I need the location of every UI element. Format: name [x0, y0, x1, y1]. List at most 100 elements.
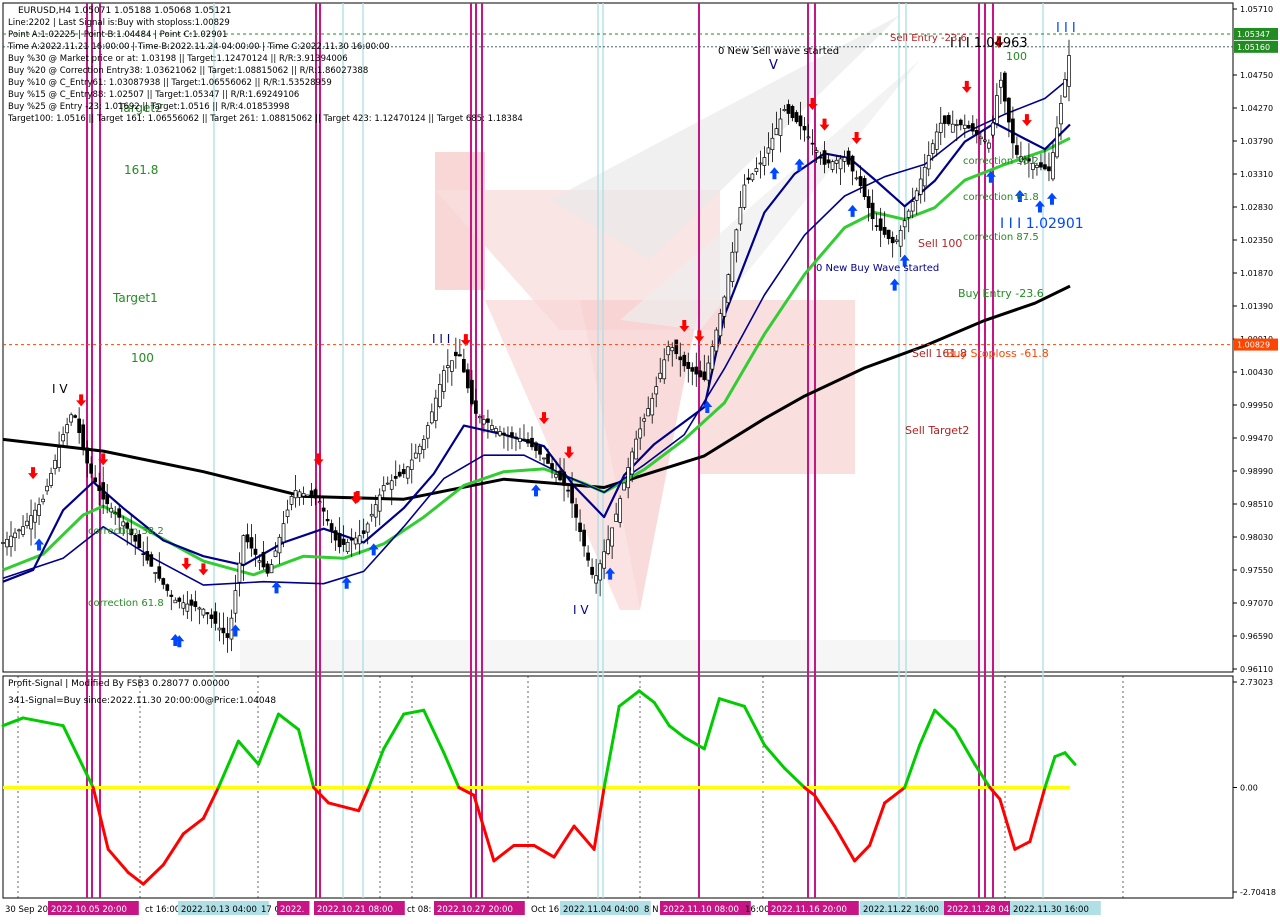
candle-body	[177, 597, 182, 602]
candle-body	[962, 124, 967, 129]
indicator-tick-label: 0.00	[1240, 784, 1258, 793]
candle-body	[802, 126, 807, 131]
candle-body	[449, 360, 454, 372]
candle-body	[754, 168, 759, 172]
candle-body	[842, 157, 847, 162]
candle	[726, 273, 731, 306]
candle-body	[1039, 162, 1043, 168]
candle-body	[425, 425, 430, 439]
time-label: ct 08:	[407, 905, 431, 915]
candle-body	[341, 538, 346, 545]
candle-body	[1043, 164, 1047, 170]
candle-body	[702, 371, 707, 380]
price-tick-label: 0.98990	[1240, 467, 1273, 476]
candle-body	[622, 482, 627, 491]
candle-body	[722, 296, 727, 317]
candle-body	[205, 612, 210, 615]
candle-body	[774, 128, 779, 136]
price-tick-label: 1.02350	[1240, 236, 1273, 245]
candle-body	[902, 220, 907, 228]
candle-body	[966, 125, 971, 129]
label-correction-382-right: correction 38.2	[963, 156, 1039, 167]
label-point-c-label: I I I 1.02901	[1000, 216, 1084, 232]
candle-body	[389, 480, 394, 490]
candle-body	[738, 207, 743, 225]
candle-body	[546, 453, 550, 464]
candle-body	[1007, 97, 1011, 123]
candle-body	[810, 142, 815, 145]
candle-body	[474, 400, 478, 414]
label-top-right-iii: I I I	[1056, 21, 1076, 36]
candle-body	[814, 150, 819, 153]
candle-body	[514, 436, 518, 439]
candle-body	[678, 356, 683, 361]
time-label: ct 16:00	[145, 905, 180, 915]
candle-body	[417, 445, 422, 455]
label-new-buy-wave: 0 New Buy Wave started	[816, 263, 939, 274]
indicator-tick-label: 2.73023	[1240, 678, 1273, 687]
candle-body	[305, 494, 310, 497]
time-label: 2022.10.27 20:00	[437, 905, 513, 915]
candle-body	[73, 415, 77, 418]
candle-body	[562, 471, 566, 486]
label-wave-iii-mid: I I I	[432, 332, 450, 346]
candle-body	[237, 562, 242, 583]
candle-body	[1003, 72, 1007, 102]
candle-body	[662, 359, 667, 380]
candle-body	[654, 386, 659, 395]
header-line-3: Buy %30 @ Market price or at: 1.03198 ||…	[8, 54, 348, 64]
candle-body	[1015, 145, 1019, 155]
price-tick-label: 1.00430	[1240, 368, 1273, 377]
candle-body	[626, 467, 631, 489]
candle-body	[858, 176, 863, 187]
label-wave-iv-mid: I V	[573, 603, 589, 617]
candle-body	[558, 470, 562, 481]
candle-body	[293, 489, 298, 499]
candle-body	[770, 137, 775, 151]
candle-body	[317, 501, 322, 504]
candle-body	[938, 122, 943, 133]
candle-body	[301, 493, 306, 497]
candle-body	[385, 482, 390, 485]
candle-body	[982, 139, 987, 142]
time-label: 16:00	[745, 905, 770, 915]
price-badge-label: 1.05160	[1237, 43, 1270, 52]
indicator-title: Profit-Signal | Modified By FSB3 0.28077…	[8, 679, 230, 689]
candle-body	[321, 507, 326, 512]
candle-body	[289, 496, 294, 505]
candle-body	[421, 439, 426, 450]
candle-body	[566, 489, 570, 492]
header-line-7: Buy %25 @ Entry -23: 1.01692 || Target:1…	[8, 102, 289, 112]
candle-body	[466, 369, 470, 389]
candle-body	[405, 466, 410, 479]
chart-canvas[interactable]: 161.8Target1100Target2correction 38.2cor…	[0, 0, 1280, 920]
candle-body	[554, 474, 558, 478]
price-tick-label: 1.01390	[1240, 302, 1273, 311]
candle-body	[618, 498, 623, 523]
candle-body	[650, 398, 655, 416]
candle	[714, 327, 719, 354]
candle-body	[77, 418, 81, 433]
candle-body	[926, 155, 931, 170]
candle-body	[894, 239, 899, 242]
candle	[622, 482, 627, 491]
candle-body	[381, 485, 386, 492]
candle-body	[169, 594, 174, 597]
candle-body	[193, 601, 198, 607]
candle-body	[714, 329, 719, 352]
candle-body	[870, 202, 875, 220]
price-tick-label: 0.97550	[1240, 566, 1273, 575]
candle-body	[53, 460, 57, 469]
symbol-line: EURUSD,H4 1.05071 1.05188 1.05068 1.0512…	[18, 6, 231, 16]
candle-body	[253, 548, 258, 555]
candle-body	[506, 434, 510, 437]
time-label: 2022.11.22 16:00	[863, 905, 939, 915]
label-sell-target2: Sell Target2	[905, 424, 969, 437]
header-line-4: Buy %20 @ Correction Entry38: 1.03621062…	[8, 66, 368, 76]
label-correction-61-left: correction 61.8	[88, 598, 164, 609]
candle-body	[69, 414, 73, 423]
candle-body	[526, 439, 530, 444]
price-tick-label: 1.05710	[1240, 5, 1273, 14]
candle-body	[850, 155, 855, 172]
candle-body	[89, 463, 94, 474]
